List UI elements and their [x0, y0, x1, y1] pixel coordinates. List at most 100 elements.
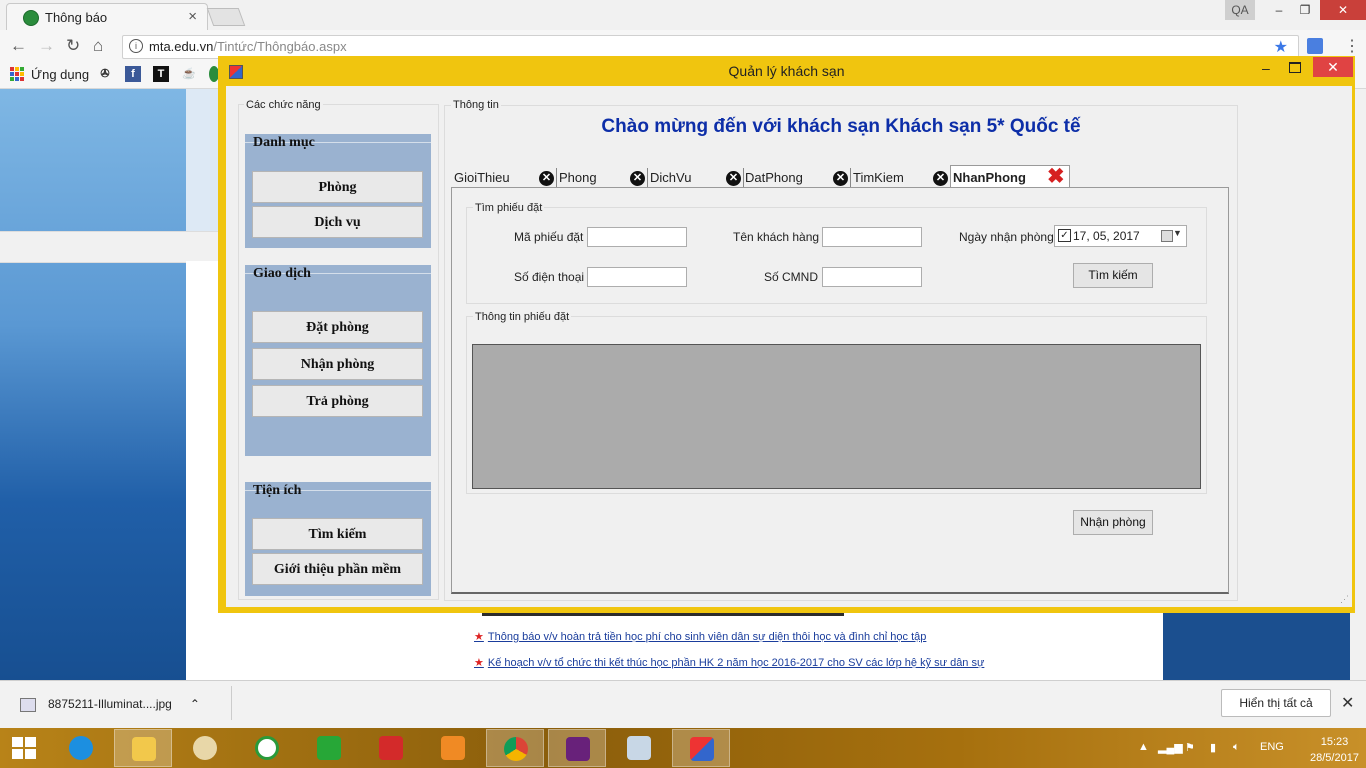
cmnd-input[interactable]: [822, 267, 922, 287]
clock[interactable]: 15:23 28/5/2017: [1310, 734, 1359, 766]
download-item[interactable]: 8875211-Illuminat....jpg ⌃: [20, 697, 200, 712]
reload-icon[interactable]: ↻: [66, 36, 80, 56]
language-indicator[interactable]: ENG: [1260, 741, 1284, 753]
dich-vu-button[interactable]: Dịch vụ: [252, 206, 423, 238]
tab-dichvu[interactable]: DichVu: [650, 170, 691, 188]
ma-phieu-input[interactable]: [587, 227, 687, 247]
tab-timkiem[interactable]: TimKiem: [853, 170, 904, 188]
calendar-icon[interactable]: [1161, 230, 1173, 242]
clock-date: 28/5/2017: [1310, 752, 1359, 764]
bookmarks-apps-label[interactable]: Ứng dụng: [31, 67, 89, 82]
tim-kiem-button[interactable]: Tìm kiếm: [1073, 263, 1153, 288]
page-menu-bar: [0, 231, 218, 263]
bookmark-facebook-icon[interactable]: f: [125, 66, 141, 82]
tab-gioithieu[interactable]: GioiThieu: [454, 170, 510, 188]
date-checkbox[interactable]: ✓: [1058, 229, 1071, 242]
taskbar-app-green[interactable]: [238, 729, 296, 767]
taskbar-ie[interactable]: [52, 729, 110, 767]
tab-close-icon[interactable]: ✕: [539, 171, 554, 186]
site-favicon-icon: [23, 10, 39, 26]
browser-tab[interactable]: Thông báo ×: [6, 3, 208, 31]
tab-close-icon[interactable]: ✕: [726, 171, 741, 186]
phong-button[interactable]: Phòng: [252, 171, 423, 203]
chrome-icon: [504, 737, 528, 761]
app-window-title: Quản lý khách sạn: [728, 63, 845, 79]
browser-tab-title: Thông báo: [45, 10, 108, 25]
page-content-edge: [186, 261, 218, 680]
apps-grid-icon[interactable]: [10, 67, 24, 81]
maximize-window-button[interactable]: ❐: [1290, 0, 1320, 20]
info-group-title: Thông tin: [451, 99, 501, 111]
tra-phong-button[interactable]: Trả phòng: [252, 385, 423, 417]
close-window-button[interactable]: ✕: [1320, 0, 1366, 20]
visual-studio-icon: [566, 737, 590, 761]
taskbar-hotel-app[interactable]: [672, 729, 730, 767]
tab-close-icon[interactable]: ×: [188, 8, 197, 25]
chevron-down-icon[interactable]: ▼: [1173, 228, 1182, 238]
ngay-nhan-datepicker[interactable]: ✓ 17, 05, 2017 ▼: [1054, 225, 1187, 247]
battery-icon[interactable]: ▮: [1210, 741, 1216, 754]
dat-phong-button[interactable]: Đặt phòng: [252, 311, 423, 343]
ten-khach-input[interactable]: [822, 227, 922, 247]
menu-icon[interactable]: ⋮: [1344, 36, 1360, 56]
taskbar-chrome[interactable]: [486, 729, 544, 767]
taskbar-media[interactable]: [424, 729, 482, 767]
tab-nhanphong[interactable]: NhanPhong: [953, 170, 1026, 188]
tab-close-icon[interactable]: ✕: [630, 171, 645, 186]
tab-close-icon[interactable]: ✕: [933, 171, 948, 186]
app-close-button[interactable]: ✕: [1313, 57, 1353, 77]
tray-chevron-up-icon[interactable]: ▲: [1138, 741, 1149, 753]
media-player-icon: [441, 736, 465, 760]
taskbar-visual-studio[interactable]: [548, 729, 606, 767]
new-tab-button[interactable]: [206, 8, 246, 26]
bookmark-t-icon[interactable]: T: [153, 66, 169, 82]
hotel-app-icon: [690, 737, 714, 761]
taskbar-app-red[interactable]: [362, 729, 420, 767]
news-link-2[interactable]: ★ Kế hoạch v/v tổ chức thi kết thúc học p…: [474, 656, 984, 669]
image-file-icon: [20, 697, 36, 712]
page-right-panel: [1163, 613, 1350, 680]
volume-icon[interactable]: 🔈︎: [1233, 741, 1240, 754]
translate-icon[interactable]: [1307, 38, 1323, 54]
app-maximize-button[interactable]: [1289, 62, 1301, 73]
nhan-phong-button[interactable]: Nhận phòng: [1073, 510, 1153, 535]
forward-arrow-icon[interactable]: →: [38, 36, 55, 56]
close-tab-red-x-icon[interactable]: ✖: [1047, 166, 1065, 187]
app-minimize-button[interactable]: –: [1262, 60, 1276, 76]
close-downloads-icon[interactable]: ✕: [1341, 693, 1354, 713]
tab-close-icon[interactable]: ✕: [833, 171, 848, 186]
tim-kiem-menu-button[interactable]: Tìm kiếm: [252, 518, 423, 550]
tab-datphong[interactable]: DatPhong: [745, 170, 803, 188]
back-arrow-icon[interactable]: ←: [10, 36, 27, 56]
tab-phong[interactable]: Phong: [559, 170, 597, 188]
page-divider: [482, 613, 844, 616]
welcome-heading: Chào mừng đến với khách sạn Khách sạn 5*…: [601, 116, 1081, 137]
taskbar-store[interactable]: [300, 729, 358, 767]
taskbar-paint[interactable]: [176, 729, 234, 767]
resize-grip-icon[interactable]: ⋰: [1340, 594, 1349, 605]
info-icon[interactable]: i: [129, 39, 143, 53]
bookmark-star-icon[interactable]: ★: [1274, 37, 1288, 57]
bookmark-java-icon[interactable]: ☕: [181, 66, 197, 82]
chevron-up-icon[interactable]: ⌃: [190, 697, 200, 711]
start-windows-icon[interactable]: [12, 737, 38, 759]
show-all-downloads-button[interactable]: Hiển thị tất cả: [1221, 689, 1331, 717]
home-icon[interactable]: ⌂: [93, 36, 103, 56]
profile-badge[interactable]: QA: [1225, 0, 1255, 20]
gioi-thieu-button[interactable]: Giới thiệu phần mềm: [252, 553, 423, 585]
nhan-phong-menu-button[interactable]: Nhận phòng: [252, 348, 423, 380]
news-link-1[interactable]: ★ Thông báo v/v hoàn trả tiền học phí cho…: [474, 630, 926, 643]
sdt-input[interactable]: [587, 267, 687, 287]
booking-data-grid[interactable]: [472, 344, 1201, 489]
booking-info-group-title: Thông tin phiếu đặt: [473, 311, 572, 323]
page-banner-left: [0, 89, 186, 680]
giao-dich-title: Giao dịch: [253, 266, 311, 281]
monitor-icon: [627, 736, 651, 760]
flag-icon[interactable]: ⚑: [1185, 741, 1195, 754]
network-icon[interactable]: ▂▄▆: [1158, 741, 1183, 754]
taskbar-explorer[interactable]: [114, 729, 172, 767]
bookmark-film-icon[interactable]: ✇: [97, 66, 113, 82]
date-value[interactable]: 17, 05, 2017: [1073, 229, 1140, 243]
url-text[interactable]: mta.edu.vn/Tintức/Thôngbáo.aspx: [149, 39, 347, 54]
taskbar-monitor[interactable]: [610, 729, 668, 767]
